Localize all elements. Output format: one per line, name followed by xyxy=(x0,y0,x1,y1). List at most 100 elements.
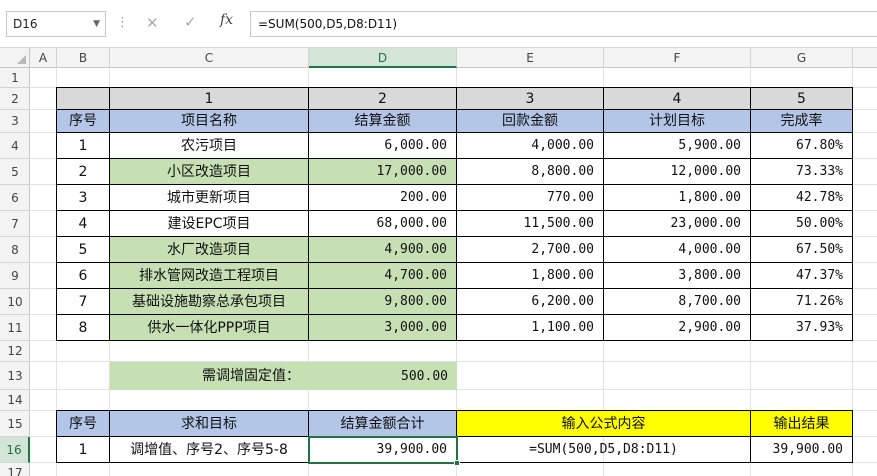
row-header-9[interactable]: 9 xyxy=(0,263,30,289)
rate-cell[interactable]: 67.50% xyxy=(750,236,853,263)
settle-total-cell[interactable]: 39,900.00 xyxy=(308,436,457,463)
settle-amount-cell[interactable]: 6,000.00 xyxy=(308,132,457,159)
payback-amount-cell[interactable]: 4,000.00 xyxy=(456,132,604,159)
row-header-17[interactable]: 17 xyxy=(0,463,30,476)
index-cell[interactable] xyxy=(56,87,110,110)
payback-amount-cell[interactable]: 8,800.00 xyxy=(456,158,604,185)
row-header-7[interactable]: 7 xyxy=(0,211,30,237)
seq-cell[interactable]: 8 xyxy=(56,314,110,341)
worksheet-grid[interactable]: 1 2 3 4 5 序号 项目名称 结算金额 回款金额 计划目标 完成率 1 农污项目 6,000.00 4… xyxy=(30,68,877,476)
table-header[interactable]: 序号 xyxy=(56,109,110,133)
seq-cell[interactable]: 5 xyxy=(56,236,110,263)
target-cell[interactable]: 3,800.00 xyxy=(603,262,751,289)
column-header-g[interactable]: G xyxy=(751,48,853,68)
project-name-cell[interactable]: 供水一体化PPP项目 xyxy=(109,314,309,341)
table-header[interactable]: 完成率 xyxy=(750,109,853,133)
row-header-2[interactable]: 2 xyxy=(0,88,30,110)
index-cell[interactable]: 1 xyxy=(109,87,309,110)
target-cell[interactable]: 12,000.00 xyxy=(603,158,751,185)
table2-header[interactable]: 序号 xyxy=(56,410,110,437)
table2-header[interactable]: 输出结果 xyxy=(750,410,853,437)
row-header-3[interactable]: 3 xyxy=(0,110,30,133)
rate-cell[interactable]: 73.33% xyxy=(750,158,853,185)
settle-amount-cell[interactable]: 68,000.00 xyxy=(308,210,457,237)
rate-cell[interactable]: 67.80% xyxy=(750,132,853,159)
row-header-1[interactable]: 1 xyxy=(0,68,30,88)
column-header-d[interactable]: D xyxy=(309,48,457,68)
row-header-16[interactable]: 16 xyxy=(0,437,30,463)
row-header-4[interactable]: 4 xyxy=(0,133,30,159)
index-cell[interactable]: 2 xyxy=(308,87,457,110)
payback-amount-cell[interactable]: 1,100.00 xyxy=(456,314,604,341)
index-cell[interactable]: 3 xyxy=(456,87,604,110)
select-all-button[interactable] xyxy=(0,48,30,68)
seq-cell[interactable]: 2 xyxy=(56,158,110,185)
seq-cell[interactable]: 6 xyxy=(56,262,110,289)
check-icon[interactable]: ✓ xyxy=(184,13,197,31)
row-header-14[interactable]: 14 xyxy=(0,390,30,411)
payback-amount-cell[interactable]: 1,800.00 xyxy=(456,262,604,289)
index-cell[interactable]: 5 xyxy=(750,87,853,110)
settle-amount-cell[interactable]: 9,800.00 xyxy=(308,288,457,315)
chevron-down-icon[interactable]: ▼ xyxy=(93,19,100,29)
project-name-cell[interactable]: 农污项目 xyxy=(109,132,309,159)
settle-amount-cell[interactable]: 200.00 xyxy=(308,184,457,211)
target-cell[interactable]: 2,900.00 xyxy=(603,314,751,341)
rate-cell[interactable]: 71.26% xyxy=(750,288,853,315)
project-name-cell[interactable]: 水厂改造项目 xyxy=(109,236,309,263)
row-header-13[interactable]: 13 xyxy=(0,362,30,390)
rate-cell[interactable]: 42.78% xyxy=(750,184,853,211)
payback-amount-cell[interactable]: 2,700.00 xyxy=(456,236,604,263)
project-name-cell[interactable]: 基础设施勘察总承包项目 xyxy=(109,288,309,315)
rate-cell[interactable]: 47.37% xyxy=(750,262,853,289)
payback-amount-cell[interactable]: 6,200.00 xyxy=(456,288,604,315)
settle-amount-cell[interactable]: 17,000.00 xyxy=(308,158,457,185)
column-header-c[interactable]: C xyxy=(110,48,309,68)
settle-amount-cell[interactable]: 4,900.00 xyxy=(308,236,457,263)
table2-header[interactable]: 求和目标 xyxy=(109,410,309,437)
table-header[interactable]: 结算金额 xyxy=(308,109,457,133)
fixed-value-cell[interactable]: 500.00 xyxy=(309,362,457,390)
settle-amount-cell[interactable]: 4,700.00 xyxy=(308,262,457,289)
name-box[interactable]: D16 ▼ xyxy=(6,11,106,37)
table-header[interactable]: 回款金额 xyxy=(456,109,604,133)
table2-header[interactable]: 结算金额合计 xyxy=(308,410,457,437)
target-cell[interactable]: 5,900.00 xyxy=(603,132,751,159)
settle-amount-cell[interactable]: 3,000.00 xyxy=(308,314,457,341)
payback-amount-cell[interactable]: 11,500.00 xyxy=(456,210,604,237)
formula-content-cell[interactable]: =SUM(500,D5,D8:D11) xyxy=(456,436,751,463)
row-header-12[interactable]: 12 xyxy=(0,341,30,362)
seq-cell[interactable]: 1 xyxy=(56,436,110,463)
seq-cell[interactable]: 1 xyxy=(56,132,110,159)
cancel-icon[interactable]: ✕ xyxy=(146,14,159,32)
table2-header[interactable]: 输入公式内容 xyxy=(456,410,751,437)
row-header-10[interactable]: 10 xyxy=(0,289,30,315)
target-cell[interactable]: 8,700.00 xyxy=(603,288,751,315)
seq-cell[interactable]: 4 xyxy=(56,210,110,237)
project-name-cell[interactable]: 小区改造项目 xyxy=(109,158,309,185)
row-header-5[interactable]: 5 xyxy=(0,159,30,185)
column-header-a[interactable]: A xyxy=(30,48,57,68)
row-header-11[interactable]: 11 xyxy=(0,315,30,341)
formula-input[interactable]: =SUM(500,D5,D8:D11) xyxy=(250,11,877,37)
target-cell[interactable]: 4,000.00 xyxy=(603,236,751,263)
project-name-cell[interactable]: 建设EPC项目 xyxy=(109,210,309,237)
column-header-e[interactable]: E xyxy=(457,48,604,68)
fill-handle[interactable] xyxy=(454,460,460,466)
rate-cell[interactable]: 37.93% xyxy=(750,314,853,341)
column-header-f[interactable]: F xyxy=(604,48,751,68)
payback-amount-cell[interactable]: 770.00 xyxy=(456,184,604,211)
rate-cell[interactable]: 50.00% xyxy=(750,210,853,237)
row-header-6[interactable]: 6 xyxy=(0,185,30,211)
row-header-8[interactable]: 8 xyxy=(0,237,30,263)
output-result-cell[interactable]: 39,900.00 xyxy=(750,436,853,463)
fixed-value-label[interactable]: 需调增固定值： xyxy=(110,362,309,390)
insert-function-icon[interactable]: fx xyxy=(220,12,233,28)
row-header-15[interactable]: 15 xyxy=(0,411,30,437)
target-cell[interactable]: 1,800.00 xyxy=(603,184,751,211)
index-cell[interactable]: 4 xyxy=(603,87,751,110)
seq-cell[interactable]: 3 xyxy=(56,184,110,211)
project-name-cell[interactable]: 城市更新项目 xyxy=(109,184,309,211)
column-header-b[interactable]: B xyxy=(57,48,110,68)
sum-target-cell[interactable]: 调增值、序号2、序号5-8 xyxy=(109,436,309,463)
